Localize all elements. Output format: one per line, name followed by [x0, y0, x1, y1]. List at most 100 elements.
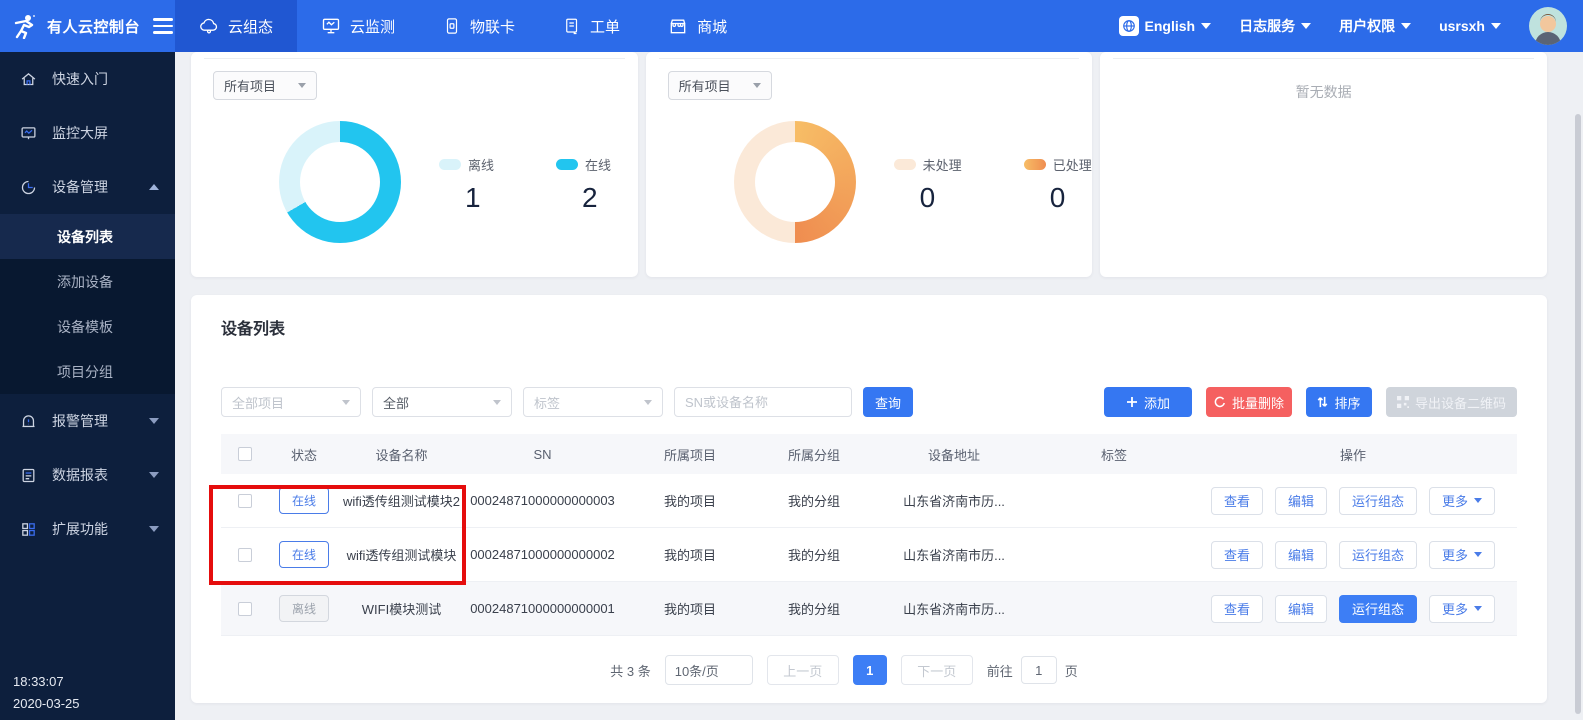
chevron-down-icon: [753, 83, 761, 88]
legend-label: 离线: [468, 155, 494, 174]
run-config-button[interactable]: 运行组态: [1339, 595, 1417, 623]
qr-code-icon: [1397, 396, 1409, 408]
sidebar-item-device-manage[interactable]: 设备管理: [0, 160, 175, 214]
edit-button[interactable]: 编辑: [1275, 487, 1327, 515]
sidebar-item-project-group[interactable]: 项目分组: [0, 349, 175, 394]
tab-label: 物联卡: [470, 16, 515, 37]
prev-page-button[interactable]: 上一页: [767, 655, 839, 685]
topbar-right: English 日志服务 用户权限 usrsxh: [1119, 0, 1583, 52]
unhandled-count: 0: [894, 182, 962, 214]
col-tag: 标签: [1039, 445, 1189, 464]
page-size-select[interactable]: 10条/页: [665, 655, 753, 685]
jump-page-input[interactable]: [1021, 656, 1057, 684]
current-page-button[interactable]: 1: [853, 655, 887, 685]
page-size-value: 10条/页: [675, 661, 719, 680]
row-checkbox[interactable]: [238, 602, 252, 616]
edit-button[interactable]: 编辑: [1275, 595, 1327, 623]
log-service-menu[interactable]: 日志服务: [1239, 16, 1311, 36]
sidebar-item-device-template[interactable]: 设备模板: [0, 304, 175, 349]
table-header: 状态 设备名称 SN 所属项目 所属分组 设备地址 标签 操作: [221, 434, 1517, 474]
tab-iot-card[interactable]: 物联卡: [419, 0, 539, 52]
device-project: 我的项目: [621, 545, 759, 564]
sidebar-item-data-report[interactable]: 数据报表: [0, 448, 175, 502]
project-filter-select[interactable]: 所有项目: [213, 71, 317, 100]
chevron-down-icon: [1201, 23, 1211, 29]
tab-label: 商城: [697, 16, 727, 37]
tab-cloud-monitor[interactable]: 云监测: [297, 0, 419, 52]
batch-delete-label: 批量删除: [1232, 393, 1284, 412]
chevron-down-icon: [1491, 23, 1501, 29]
more-button[interactable]: 更多: [1429, 487, 1495, 515]
home-icon: [20, 71, 37, 88]
select-all-checkbox[interactable]: [238, 447, 252, 461]
view-button[interactable]: 查看: [1211, 487, 1263, 515]
avatar[interactable]: [1529, 7, 1567, 45]
jump-label: 前往: [987, 661, 1013, 680]
tab-work-order[interactable]: 工单: [539, 0, 644, 52]
sidebar-item-device-list[interactable]: 设备列表: [0, 214, 175, 259]
col-ops: 操作: [1189, 445, 1517, 464]
export-qr-button[interactable]: 导出设备二维码: [1386, 387, 1517, 417]
tab-cloud-config[interactable]: 云组态: [175, 0, 297, 52]
sidebar-item-label: 设备管理: [52, 177, 134, 197]
search-input[interactable]: [674, 387, 852, 417]
menu-toggle-icon[interactable]: [153, 18, 173, 34]
main-content: 所有项目 离线 1 在线 2: [175, 52, 1583, 720]
sidebar-item-big-screen[interactable]: 监控大屏: [0, 106, 175, 160]
chevron-down-icon: [149, 526, 159, 532]
more-label: 更多: [1442, 491, 1468, 510]
jump-unit: 页: [1065, 661, 1078, 680]
sidebar-item-extensions[interactable]: 扩展功能: [0, 502, 175, 556]
batch-delete-button[interactable]: 批量删除: [1206, 387, 1292, 417]
chevron-down-icon: [1474, 606, 1482, 611]
sidebar-item-quick-start[interactable]: 快速入门: [0, 52, 175, 106]
row-checkbox[interactable]: [238, 494, 252, 508]
run-config-button[interactable]: 运行组态: [1339, 487, 1417, 515]
sidebar-item-alarm-manage[interactable]: 报警管理: [0, 394, 175, 448]
tab-mall[interactable]: 商城: [644, 0, 751, 52]
globe-icon: [1119, 16, 1139, 36]
table-row: 在线 wifi透传组测试模块 00024871000000000002 我的项目…: [221, 528, 1517, 582]
sidebar: 快速入门 监控大屏 设备管理 设备列表 添加设备 设备模板 项目分组 报警管理: [0, 52, 175, 720]
legend-swatch-online: [556, 159, 578, 170]
device-list-panel: 设备列表 全部项目 全部 标签 查询 添加: [191, 295, 1547, 703]
project-select[interactable]: 全部项目: [221, 387, 361, 417]
run-config-button[interactable]: 运行组态: [1339, 541, 1417, 569]
username-menu[interactable]: usrsxh: [1439, 18, 1501, 34]
col-project: 所属项目: [621, 445, 759, 464]
device-sn: 00024871000000000001: [464, 601, 621, 616]
more-button[interactable]: 更多: [1429, 541, 1495, 569]
query-button[interactable]: 查询: [863, 387, 913, 417]
status-select[interactable]: 全部: [372, 387, 512, 417]
view-button[interactable]: 查看: [1211, 595, 1263, 623]
language-label: English: [1145, 18, 1196, 34]
plus-icon: [1126, 396, 1138, 408]
device-manage-icon: [20, 179, 37, 196]
view-button[interactable]: 查看: [1211, 541, 1263, 569]
online-count: 2: [556, 182, 611, 214]
legend-label: 在线: [585, 155, 611, 174]
add-button[interactable]: 添加: [1104, 387, 1192, 417]
language-switcher[interactable]: English: [1119, 16, 1212, 36]
edit-button[interactable]: 编辑: [1275, 541, 1327, 569]
col-status: 状态: [269, 445, 339, 464]
tag-select[interactable]: 标签: [523, 387, 663, 417]
sidebar-item-add-device[interactable]: 添加设备: [0, 259, 175, 304]
sidebar-clock: 18:33:07 2020-03-25: [13, 671, 80, 714]
device-table: 状态 设备名称 SN 所属项目 所属分组 设备地址 标签 操作 在线 wifi透…: [221, 434, 1517, 636]
user-permission-menu[interactable]: 用户权限: [1339, 16, 1411, 36]
next-page-button[interactable]: 下一页: [901, 655, 973, 685]
sidebar-item-label: 监控大屏: [52, 123, 159, 143]
row-checkbox[interactable]: [238, 548, 252, 562]
scrollbar-thumb[interactable]: [1575, 114, 1581, 714]
sort-button[interactable]: 排序: [1306, 387, 1372, 417]
export-qr-label: 导出设备二维码: [1415, 393, 1506, 412]
table-row: 在线 wifi透传组测试模块2 00024871000000000003 我的项…: [221, 474, 1517, 528]
log-service-label: 日志服务: [1239, 16, 1295, 36]
project-filter-select[interactable]: 所有项目: [668, 71, 772, 100]
empty-data-card: 暂无数据: [1100, 52, 1547, 277]
status-badge: 离线: [279, 595, 329, 622]
top-nav: 云组态 云监测 物联卡 工单 商城: [175, 0, 751, 52]
usr-logo-icon: [12, 13, 38, 39]
more-button[interactable]: 更多: [1429, 595, 1495, 623]
